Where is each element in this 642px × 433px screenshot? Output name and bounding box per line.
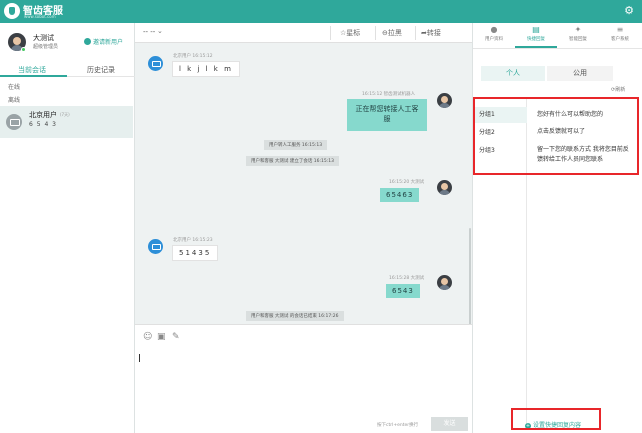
tab-history[interactable]: 历史记录 [87, 65, 115, 75]
tab-user-profile[interactable]: ● 用户资料 [473, 25, 515, 47]
visitor-avatar-icon [148, 239, 163, 254]
message-bubble: 65463 [380, 188, 420, 202]
message-meta: 北京用户 16:15:12 [173, 54, 213, 59]
lightbulb-icon: ✦ [574, 25, 582, 34]
contact-last-message: 6 5 4 3 [29, 121, 57, 128]
newline-hint: 按下ctrl+enter换行 [377, 423, 419, 428]
divider [375, 26, 376, 40]
message-input[interactable] [139, 354, 140, 362]
divider [415, 26, 416, 40]
contact-name: 北京用户 [29, 111, 57, 119]
tab-smart-reply[interactable]: ✦ 智能回复 [557, 25, 599, 47]
agent-avatar-small [437, 93, 452, 108]
contact-tag: (7天) [60, 112, 70, 117]
star-button[interactable]: ☆星标 [340, 28, 360, 38]
chat-panel: -- -- ⌄ ☆星标 ⊖拉黑 ➦转接 北京用户 16:15:12 l k j … [135, 23, 472, 433]
tab-quick-reply[interactable]: ▤ 快捷回复 [515, 25, 557, 47]
menu-icon: ≡ [616, 25, 624, 34]
message-bubble: 51435 [172, 245, 219, 261]
message-meta: 16:15:12 智齿测试机器人 [362, 92, 416, 97]
message-bubble: l k j l k m [172, 61, 240, 77]
app-subtitle: www.sobot.com [24, 14, 56, 19]
invite-label: 邀请新用户 [93, 39, 124, 46]
divider [473, 48, 642, 49]
image-icon[interactable]: ▣ [157, 333, 166, 342]
message-meta: 16:15:20 大测试 [389, 180, 425, 185]
chevron-down-icon[interactable]: ⌄ [157, 27, 163, 35]
agent-avatar-small [437, 275, 452, 290]
quick-reply-icon: ▤ [532, 25, 540, 34]
tab-underline [0, 75, 67, 77]
group-offline[interactable]: 离线 [8, 95, 20, 104]
quick-phrase-icon[interactable]: ✎ [172, 333, 181, 342]
tab-current-sessions[interactable]: 当前会话 [18, 65, 46, 75]
left-sidebar: 大测试 超级管理员 邀请新用户 当前会话 历史记录 在线 离线 北京用户 (7天… [0, 23, 135, 433]
message-meta: 16:15:28 大测试 [389, 276, 425, 281]
composer: ☺ ▣ ✎ 按下ctrl+enter换行 发送 [135, 324, 472, 433]
monitor-icon [6, 114, 22, 130]
transfer-button[interactable]: ➦转接 [421, 28, 441, 38]
gear-icon[interactable]: ⚙ [624, 5, 634, 17]
agent-name: 大测试 [33, 34, 54, 42]
message-list: 北京用户 16:15:12 l k j l k m 16:15:12 智齿测试机… [135, 43, 472, 348]
online-status-icon [21, 47, 26, 52]
user-icon: ● [490, 25, 498, 34]
logo-icon [4, 3, 20, 19]
chat-title[interactable]: -- -- [143, 28, 155, 36]
message-bubble: 6543 [386, 284, 420, 298]
system-message: 用户和客服 大测试 的会话已结束 16:17:26 [246, 311, 344, 321]
group-online[interactable]: 在线 [8, 82, 20, 91]
invite-user-button[interactable]: 邀请新用户 [84, 37, 123, 46]
highlight-box [511, 408, 601, 430]
agent-role: 超级管理员 [33, 44, 59, 50]
divider [330, 26, 331, 40]
tab-personal[interactable]: 个人 [481, 66, 545, 81]
send-button[interactable]: 发送 [431, 417, 468, 431]
refresh-button[interactable]: ⟳刷新 [611, 86, 625, 93]
right-panel: ● 用户资料 ▤ 快捷回复 ✦ 智能回复 ≡ 客户系统 个人 公用 ⟳刷新 分组… [472, 23, 642, 433]
highlight-box [473, 97, 639, 175]
tab-underline [515, 46, 557, 48]
system-message: 用户转人工服务 16:15:13 [264, 140, 328, 150]
agent-avatar-small [437, 180, 452, 195]
contact-list-item[interactable]: 北京用户 (7天) 6 5 4 3 [0, 106, 133, 138]
block-button[interactable]: ⊖拉黑 [382, 28, 402, 38]
system-message: 用户和客服 大测试 建立了会话 16:15:13 [246, 156, 340, 166]
visitor-avatar-icon [148, 56, 163, 71]
emoji-icon[interactable]: ☺ [143, 333, 152, 342]
chat-header: -- -- ⌄ ☆星标 ⊖拉黑 ➦转接 [135, 23, 472, 43]
message-bubble: 正在帮您转接人工客服 [347, 99, 427, 131]
tab-customer-system[interactable]: ≡ 客户系统 [599, 25, 641, 47]
message-meta: 北京用户 16:15:23 [173, 238, 213, 243]
tab-public[interactable]: 公用 [547, 66, 613, 81]
add-user-icon [84, 38, 91, 45]
top-bar: 智齿客服 www.sobot.com ⚙ [0, 0, 642, 23]
